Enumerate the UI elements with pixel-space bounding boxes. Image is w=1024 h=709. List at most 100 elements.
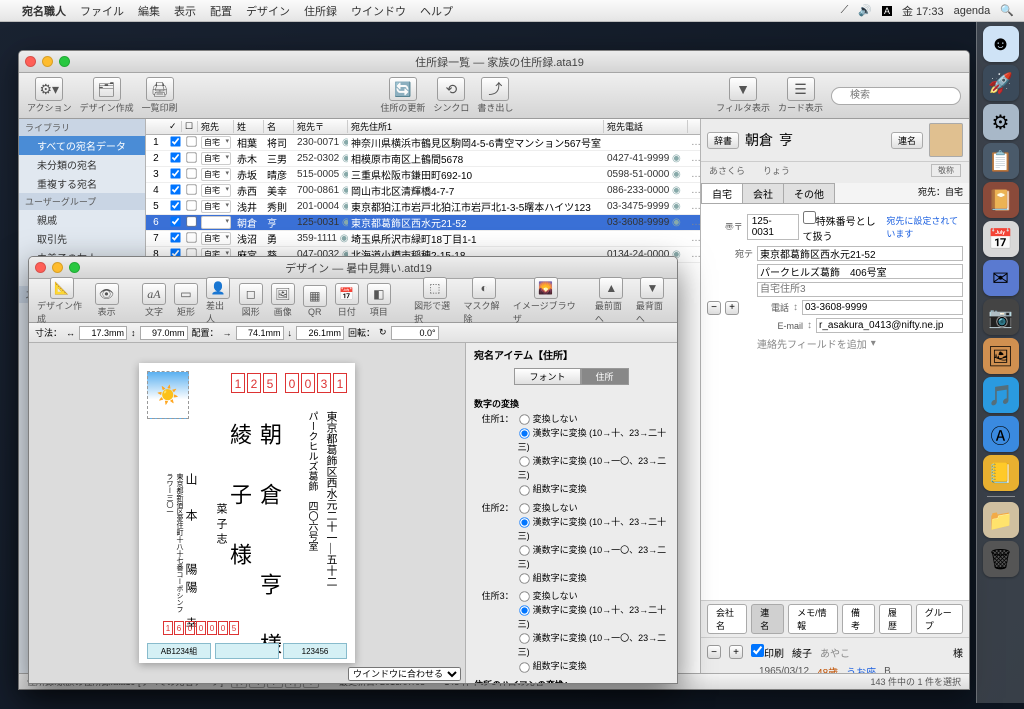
barcode-3[interactable]: 123456	[283, 643, 347, 659]
text-button[interactable]: aA文字	[142, 283, 166, 318]
special-zip-checkbox[interactable]: 特殊番号として扱う	[803, 210, 883, 243]
family-remove-button[interactable]: −	[707, 645, 721, 659]
honorific-select[interactable]: 敬称	[931, 164, 961, 177]
action-button[interactable]: ⚙▾アクション	[27, 77, 72, 114]
row-check1[interactable]	[170, 152, 180, 162]
sender-addr[interactable]: 東京都新宿区愛住町十八十七番コーポシンフラワー三〇一	[165, 473, 185, 613]
shape-button[interactable]: ◻図形	[239, 283, 263, 318]
addr2-opt-kanji2[interactable]: 漢数字に変換 (10→一〇、23→二三)	[514, 543, 669, 571]
menubar-clock[interactable]: 金 17:33	[902, 3, 944, 19]
seg-font[interactable]: フォント	[514, 368, 580, 385]
row-check2[interactable]	[186, 168, 196, 178]
sender-name2[interactable]: 菜子志	[213, 503, 229, 548]
row-check1[interactable]	[170, 184, 180, 194]
zip-field[interactable]: 125-0031	[747, 214, 799, 240]
type-select[interactable]: 自宅	[201, 168, 231, 181]
sidebar-item-clients[interactable]: 取引先	[19, 229, 145, 248]
barcode-2[interactable]	[215, 643, 279, 659]
row-check2[interactable]	[186, 136, 196, 146]
recipient-addr2[interactable]: パークヒルズ葛飾 四〇六号室	[304, 411, 319, 611]
tab-other[interactable]: その他	[783, 183, 835, 203]
dock-item[interactable]: 📒	[983, 455, 1019, 491]
row-check2[interactable]	[186, 216, 196, 226]
sidebar-item-relatives[interactable]: 親戚	[19, 210, 145, 229]
sender-button[interactable]: 👤差出人	[206, 277, 231, 325]
design-create-button[interactable]: 🗂デザイン作成	[80, 77, 134, 114]
table-row[interactable]: 1自宅相葉将司230-0071 ◉神奈川県横浜市鶴見区駒岡4-5-6青空マンショ…	[146, 135, 700, 151]
remove-contact-button[interactable]: −	[707, 301, 721, 315]
menu-design[interactable]: デザイン	[246, 3, 290, 19]
email-field[interactable]	[816, 318, 963, 333]
addr1-opt-group[interactable]: 組数字に変換	[514, 482, 669, 496]
addr1-opt-kanji1[interactable]: 漢数字に変換 (10→十、23→二十三)	[514, 426, 669, 454]
filter-button[interactable]: ▼フィルタ表示	[716, 77, 770, 114]
volume-icon[interactable]: 🔊	[858, 4, 872, 17]
dock-item[interactable]: 🎵	[983, 377, 1019, 413]
zoom-select[interactable]: ウインドウに合わせる	[348, 667, 461, 681]
menu-view[interactable]: 表示	[174, 3, 196, 19]
table-row[interactable]: 6自宅朝倉亨125-0031 ◉東京都葛飾区西水元21-5203-3608-99…	[146, 215, 700, 231]
addr3-opt-kanji1[interactable]: 漢数字に変換 (10→十、23→二十三)	[514, 603, 669, 631]
tab-home[interactable]: 自宅	[701, 183, 743, 203]
print-checkbox[interactable]: 印刷	[751, 644, 784, 660]
menu-file[interactable]: ファイル	[80, 3, 124, 19]
export-button[interactable]: ⤴書き出し	[477, 77, 513, 114]
recipient-name[interactable]: 朝 倉 亨 様	[253, 423, 285, 663]
row-check2[interactable]	[186, 152, 196, 162]
date-button[interactable]: 📅日付	[335, 283, 359, 318]
stamp-area[interactable]: ☀️	[147, 371, 189, 419]
addr1-opt-kanji2[interactable]: 漢数字に変換 (10→一〇、23→二三)	[514, 454, 669, 482]
row-check1[interactable]	[170, 168, 180, 178]
search-input[interactable]	[831, 87, 961, 105]
dock-item[interactable]: 📋	[983, 143, 1019, 179]
dock-item[interactable]: ☻	[983, 26, 1019, 62]
subtab-company[interactable]: 会社名	[707, 604, 747, 634]
tel-field[interactable]	[802, 300, 963, 315]
addr3-field[interactable]	[757, 282, 963, 297]
text-input-icon[interactable]: A	[882, 6, 892, 16]
table-row[interactable]: 7自宅浅沼勇359-1111 ◉埼玉県所沢市緑町18丁目1-1 …	[146, 231, 700, 247]
add-contact-button[interactable]: +	[725, 301, 739, 315]
postcard[interactable]: ☀️ 1250031 東京都葛飾区西水元二十一—五十二 パークヒルズ葛飾 四〇六…	[139, 363, 355, 663]
menu-addressbook[interactable]: 住所録	[304, 3, 337, 19]
qr-button[interactable]: ▦QR	[303, 285, 327, 317]
addr2-opt-group[interactable]: 組数字に変換	[514, 571, 669, 585]
dock-item[interactable]: 📅	[983, 221, 1019, 257]
dock-item[interactable]: ⚙	[983, 104, 1019, 140]
menu-edit[interactable]: 編集	[138, 3, 160, 19]
rotation-field[interactable]	[391, 326, 439, 340]
dict-button[interactable]: 辞書	[707, 132, 739, 149]
menu-help[interactable]: ヘルプ	[420, 3, 453, 19]
type-select[interactable]: 自宅	[201, 136, 231, 149]
row-check1[interactable]	[170, 136, 180, 146]
sidebar-item-uncategorized[interactable]: 未分類の宛名	[19, 155, 145, 174]
recipient-zip[interactable]: 1250031	[231, 373, 347, 393]
rect-button[interactable]: ▭矩形	[174, 283, 198, 318]
row-check1[interactable]	[170, 216, 180, 226]
tab-company[interactable]: 会社	[742, 183, 784, 203]
mask-button[interactable]: ◐マスク解除	[463, 277, 504, 325]
item-button[interactable]: ◧項目	[367, 283, 391, 318]
sync-button[interactable]: ⟲シンクロ	[433, 77, 469, 114]
select-shape-button[interactable]: ⬚図形で選択	[414, 277, 455, 325]
spotlight-icon[interactable]: 🔍	[1000, 4, 1014, 17]
list-print-button[interactable]: 🖨一覧印刷	[142, 77, 178, 114]
send-back-button[interactable]: ▼最背面へ	[636, 277, 669, 325]
y-field[interactable]	[296, 326, 344, 340]
row-check1[interactable]	[170, 232, 180, 242]
subtab-memo[interactable]: メモ/情報	[788, 604, 838, 634]
app-menu[interactable]: 宛名職人	[22, 3, 66, 19]
refresh-button[interactable]: 🔄住所の更新	[380, 77, 425, 114]
height-field[interactable]	[140, 326, 188, 340]
addr3-opt-kanji2[interactable]: 漢数字に変換 (10→一〇、23→二三)	[514, 631, 669, 659]
addr1-opt-none[interactable]: 変換しない	[514, 412, 669, 426]
avatar[interactable]	[929, 123, 963, 157]
menu-window[interactable]: ウインドウ	[351, 3, 406, 19]
width-field[interactable]	[79, 326, 127, 340]
dock-item[interactable]: 📔	[983, 182, 1019, 218]
bring-front-button[interactable]: ▲最前面へ	[595, 277, 628, 325]
type-select[interactable]: 自宅	[201, 216, 231, 229]
image-browser-button[interactable]: 🌄イメージブラウザ	[513, 277, 579, 325]
type-select[interactable]: 自宅	[201, 152, 231, 165]
menubar-user[interactable]: agenda	[954, 5, 991, 17]
